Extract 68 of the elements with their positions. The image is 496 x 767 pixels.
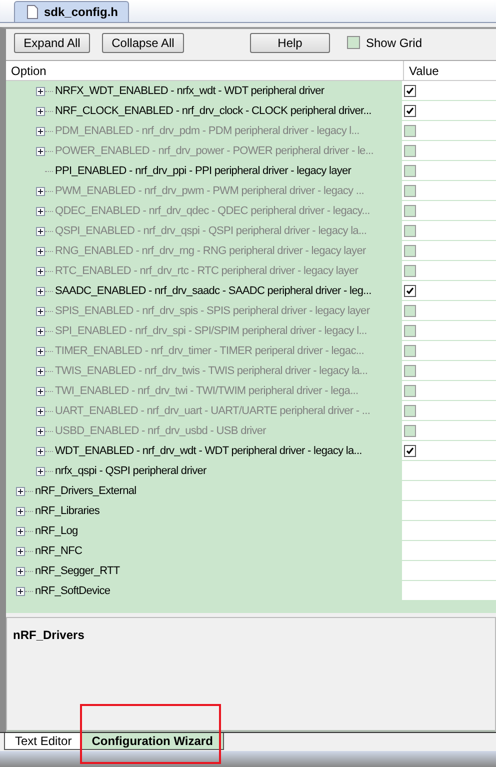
option-label[interactable]: nRF_SoftDevice [35, 585, 110, 597]
expand-icon[interactable] [36, 386, 45, 396]
expand-icon[interactable] [36, 426, 45, 436]
value-checkbox[interactable] [404, 304, 416, 316]
expand-icon[interactable] [36, 246, 45, 256]
expand-icon[interactable] [16, 546, 25, 556]
value-checkbox[interactable] [404, 364, 416, 376]
value-checkbox[interactable] [404, 204, 416, 216]
value-checkbox[interactable] [404, 84, 416, 96]
value-checkbox[interactable] [404, 224, 416, 236]
value-checkbox[interactable] [404, 104, 416, 116]
option-label[interactable]: PPI_ENABLED - nrf_drv_ppi - PPI peripheral driver - legacy layer [55, 165, 352, 177]
option-label[interactable]: nRF_Log [35, 525, 78, 537]
option-label[interactable]: nRF_Segger_RTT [35, 565, 120, 577]
option-label[interactable]: NRF_CLOCK_ENABLED - nrf_drv_clock - CLOCK peripheral driver... [55, 105, 372, 117]
expand-icon[interactable] [36, 206, 45, 216]
expand-icon[interactable] [36, 286, 45, 296]
option-label[interactable]: nRF_Libraries [35, 505, 100, 517]
expand-icon[interactable] [36, 446, 45, 456]
option-label[interactable]: nRF_NFC [35, 545, 82, 557]
option-label[interactable]: nRF_Drivers_External [35, 485, 136, 497]
expand-icon[interactable] [36, 466, 45, 476]
column-header: Value [408, 62, 439, 80]
value-checkbox[interactable] [404, 264, 416, 276]
value-checkbox[interactable] [404, 124, 416, 136]
checkbox-label: Show Grid [366, 36, 422, 50]
value-checkbox[interactable] [404, 244, 416, 256]
expand-icon[interactable] [36, 126, 45, 136]
value-checkbox[interactable] [404, 444, 416, 456]
toolbar-button[interactable]: Collapse All [102, 32, 184, 52]
value-checkbox[interactable] [404, 384, 416, 396]
editor-tab[interactable]: Configuration Wizard [80, 733, 224, 750]
editor-tab[interactable]: Text Editor [4, 733, 83, 750]
expand-icon[interactable] [36, 266, 45, 276]
expand-icon[interactable] [36, 406, 45, 416]
description-title: nRF_Drivers [13, 628, 86, 642]
expand-icon[interactable] [36, 346, 45, 356]
value-checkbox[interactable] [404, 144, 416, 156]
expand-icon[interactable] [36, 146, 45, 156]
file-tab[interactable]: sdk_config.h [14, 1, 130, 22]
expand-icon[interactable] [36, 186, 45, 196]
option-label[interactable]: NRFX_WDT_ENABLED - nrfx_wdt - WDT peripheral driver [55, 85, 324, 97]
show-grid-checkbox[interactable] [347, 36, 360, 49]
toolbar-button[interactable]: Help [250, 32, 330, 52]
value-checkbox[interactable] [404, 164, 416, 176]
toolbar-button[interactable]: Expand All [14, 32, 90, 52]
expand-icon[interactable] [36, 226, 45, 236]
expand-icon[interactable] [36, 106, 45, 116]
value-checkbox[interactable] [404, 284, 416, 296]
option-label[interactable]: SAADC_ENABLED - nrf_drv_saadc - SAADC peripheral driver - leg... [55, 285, 372, 297]
expand-icon[interactable] [16, 526, 25, 536]
expand-icon[interactable] [36, 366, 45, 376]
expand-icon[interactable] [36, 306, 45, 316]
document-icon [27, 5, 38, 19]
value-checkbox[interactable] [404, 324, 416, 336]
expand-icon[interactable] [16, 566, 25, 576]
expand-icon[interactable] [16, 486, 25, 496]
expand-icon[interactable] [16, 506, 25, 516]
option-label[interactable]: WDT_ENABLED - nrf_drv_wdt - WDT peripheral driver - legacy la... [55, 445, 362, 457]
value-checkbox[interactable] [404, 184, 416, 196]
value-checkbox[interactable] [404, 344, 416, 356]
value-checkbox[interactable] [404, 404, 416, 416]
expand-icon[interactable] [16, 586, 25, 596]
expand-icon[interactable] [36, 326, 45, 336]
value-checkbox[interactable] [404, 424, 416, 436]
expand-icon[interactable] [36, 86, 45, 96]
option-label[interactable]: nrfx_qspi - QSPI peripheral driver [55, 465, 206, 477]
column-header: Option [6, 61, 404, 80]
